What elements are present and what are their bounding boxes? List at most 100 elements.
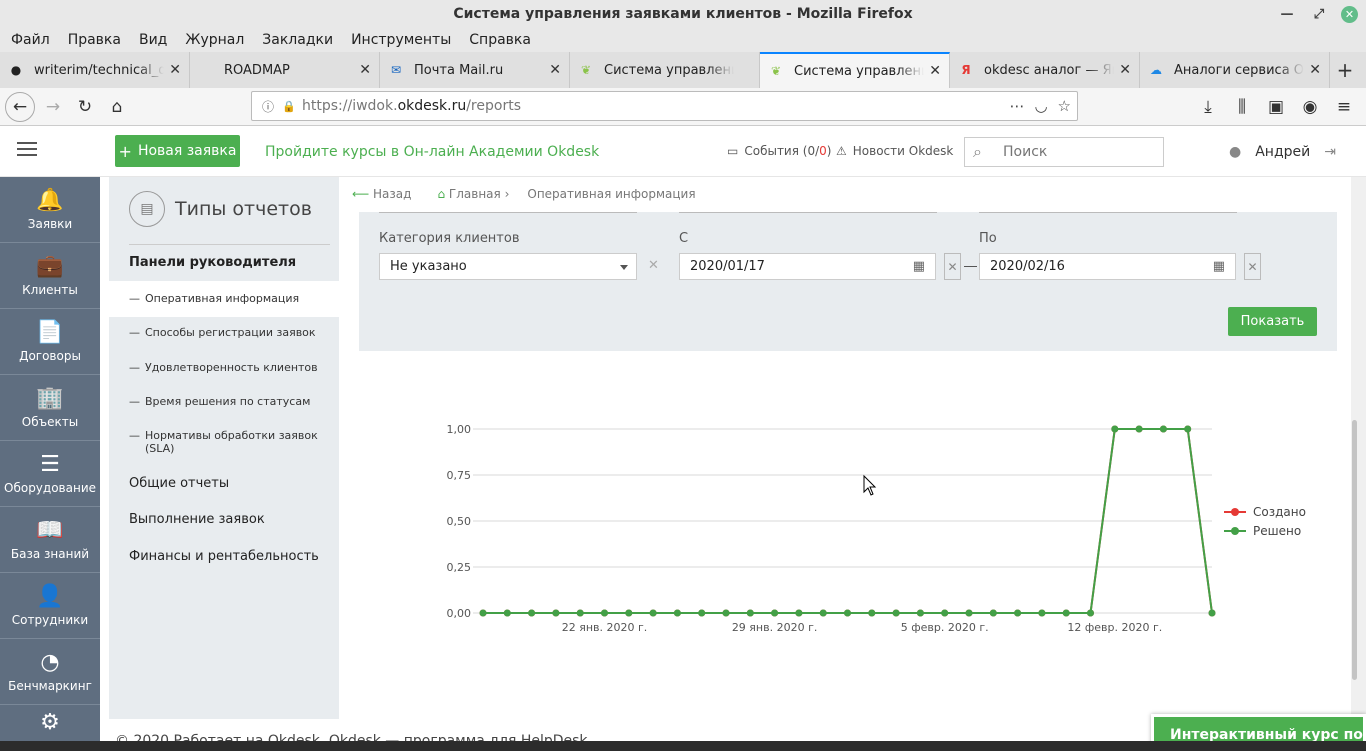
- library-icon[interactable]: ⫼: [1226, 91, 1258, 123]
- tab-okdesk-1[interactable]: ❦ Система управления: [570, 52, 760, 88]
- menu-view[interactable]: Вид: [139, 32, 167, 48]
- group-finance[interactable]: Финансы и рентабельность: [129, 549, 319, 564]
- report-item-status-time[interactable]: — Время решения по статусам: [129, 395, 319, 408]
- data-point: [698, 609, 706, 617]
- tab-roadmap[interactable]: ROADMAP ✕: [190, 52, 380, 88]
- menu-file[interactable]: Файл: [11, 32, 50, 48]
- clear-from-icon[interactable]: ✕: [944, 253, 961, 280]
- menu-edit[interactable]: Правка: [68, 32, 121, 48]
- category-select[interactable]: Не указано: [379, 253, 637, 280]
- sidebar-item-benchmarking[interactable]: ◔ Бенчмаркинг: [0, 639, 100, 705]
- scrollbar-thumb[interactable]: [1352, 420, 1357, 680]
- calendar-icon[interactable]: ▦: [1213, 259, 1225, 274]
- chart-svg: 1,00 0,75 0,50 0,25 0,00 22 янв. 2020 г. 29 ян…: [447, 423, 1306, 634]
- user-menu[interactable]: ● Андрей ⇥: [1229, 144, 1336, 160]
- search-input[interactable]: [1003, 144, 1153, 160]
- data-point: [941, 609, 949, 617]
- tab-analogs[interactable]: ☁ Аналоги сервиса Okd ✕: [1140, 52, 1330, 88]
- home-link[interactable]: ⌂ Главная ›: [437, 187, 509, 201]
- menu-tools[interactable]: Инструменты: [351, 32, 451, 48]
- back-link[interactable]: ⟵ Назад: [352, 187, 411, 201]
- legend-marker: [1231, 508, 1239, 516]
- sidebar-item-requests[interactable]: 🔔 Заявки: [0, 177, 100, 243]
- os-taskbar: [0, 741, 1366, 751]
- show-button[interactable]: Показать: [1228, 307, 1317, 336]
- settings-gear-icon[interactable]: ⚙: [0, 710, 100, 741]
- menu-icon[interactable]: ≡: [1328, 91, 1360, 123]
- sidebar-toggle-icon[interactable]: ▣: [1260, 91, 1292, 123]
- tab-close-icon[interactable]: ✕: [1309, 62, 1321, 78]
- window-titlebar: Система управления заявками клиентов - M…: [0, 0, 1366, 28]
- report-item-registration[interactable]: — Способы регистрации заявок: [129, 326, 319, 339]
- minimize-icon[interactable]: —: [1277, 4, 1297, 24]
- group-management-panels[interactable]: Панели руководителя: [129, 255, 296, 270]
- tab-close-icon[interactable]: ✕: [549, 62, 561, 78]
- data-point: [844, 609, 851, 617]
- restore-icon[interactable]: ⤢: [1309, 4, 1329, 24]
- tab-close-icon[interactable]: ✕: [169, 62, 181, 78]
- data-point: [892, 609, 900, 617]
- search-box[interactable]: ⌕: [964, 137, 1164, 167]
- sidebar-item-contracts[interactable]: 📄 Договоры: [0, 309, 100, 375]
- clear-to-icon[interactable]: ✕: [1244, 253, 1261, 280]
- chat-icon: ▭: [727, 144, 739, 158]
- data-point: [1014, 609, 1022, 617]
- report-item-satisfaction[interactable]: — Удовлетворенность клиентов: [129, 361, 319, 374]
- site-info-icon[interactable]: ⓘ: [262, 98, 274, 115]
- forward-icon[interactable]: →: [37, 91, 69, 123]
- pocket-icon[interactable]: ◡: [1034, 97, 1047, 115]
- hamburger-icon[interactable]: [17, 142, 37, 160]
- sidebar-item-clients[interactable]: 💼 Клиенты: [0, 243, 100, 309]
- plus-icon: +: [118, 141, 132, 161]
- reload-icon[interactable]: ↻: [69, 91, 101, 123]
- sidebar-item-knowledge[interactable]: 📖 База знаний: [0, 507, 100, 573]
- group-general-reports[interactable]: Общие отчеты: [129, 476, 229, 491]
- menu-help[interactable]: Справка: [469, 32, 531, 48]
- url-bar[interactable]: ⓘ 🔒 https://iwdok.okdesk.ru/reports ⋯ ◡ …: [251, 91, 1078, 121]
- url-text[interactable]: https://iwdok.okdesk.ru/reports: [302, 98, 521, 114]
- tab-close-icon[interactable]: ✕: [929, 63, 941, 79]
- data-point: [1111, 425, 1119, 433]
- report-item-sla[interactable]: — Нормативы обработки заявок (SLA): [129, 429, 319, 455]
- new-request-button[interactable]: + Новая заявка: [115, 135, 240, 167]
- calendar-icon[interactable]: ▦: [913, 259, 925, 274]
- tab-yandex[interactable]: Я okdesc аналог — Янд ✕: [950, 52, 1140, 88]
- data-point: [479, 609, 487, 617]
- from-date-field[interactable]: 2020/01/17 ▦: [679, 253, 936, 280]
- group-request-execution[interactable]: Выполнение заявок: [129, 512, 265, 527]
- y-tick-label: 0,00: [447, 607, 472, 620]
- data-point: [1038, 609, 1046, 617]
- tab-okdesk-active[interactable]: ❦ Система управления ✕: [760, 52, 950, 88]
- academy-link[interactable]: Пройдите курсы в Он-лайн Академии Okdesk: [265, 144, 599, 160]
- clear-category-icon[interactable]: ✕: [648, 258, 659, 273]
- events-link[interactable]: ▭ События (0/0): [727, 144, 831, 158]
- to-date-field[interactable]: 2020/02/16 ▦: [979, 253, 1236, 280]
- page-actions-icon[interactable]: ⋯: [1009, 97, 1024, 115]
- sidebar-item-equipment[interactable]: ☰ Оборудование: [0, 441, 100, 507]
- tab-mail[interactable]: ✉ Почта Mail.ru ✕: [380, 52, 570, 88]
- bookmark-star-icon[interactable]: ☆: [1058, 97, 1071, 115]
- data-point: [601, 609, 608, 617]
- tab-label: ROADMAP: [224, 62, 290, 78]
- new-tab-icon[interactable]: +: [1330, 52, 1360, 88]
- tab-close-icon[interactable]: ✕: [359, 62, 371, 78]
- news-link[interactable]: ⚠ Новости Okdesk: [836, 144, 953, 158]
- tab-github[interactable]: ● writerim/technical_do ✕: [0, 52, 190, 88]
- sidebar-item-employees[interactable]: 👤 Сотрудники: [0, 573, 100, 639]
- close-window-icon[interactable]: ✕: [1341, 5, 1358, 23]
- app-header: + Новая заявка Пройдите курсы в Он-лайн А…: [0, 127, 1366, 177]
- downloads-icon[interactable]: ⤓: [1192, 91, 1224, 123]
- menu-bookmarks[interactable]: Закладки: [262, 32, 333, 48]
- sidebar-item-objects[interactable]: 🏢 Объекты: [0, 375, 100, 441]
- y-tick-label: 1,00: [447, 423, 472, 436]
- account-icon[interactable]: ◉: [1294, 91, 1326, 123]
- logout-icon[interactable]: ⇥: [1324, 144, 1336, 160]
- tab-close-icon[interactable]: ✕: [1119, 62, 1131, 78]
- legend-marker: [1231, 527, 1239, 535]
- report-item-operational[interactable]: — Оперативная информация: [129, 292, 319, 305]
- menu-history[interactable]: Журнал: [185, 32, 244, 48]
- home-icon[interactable]: ⌂: [101, 91, 133, 123]
- back-icon[interactable]: ←: [5, 91, 35, 122]
- to-label: По: [979, 231, 997, 246]
- mail-icon: ✉: [390, 63, 402, 77]
